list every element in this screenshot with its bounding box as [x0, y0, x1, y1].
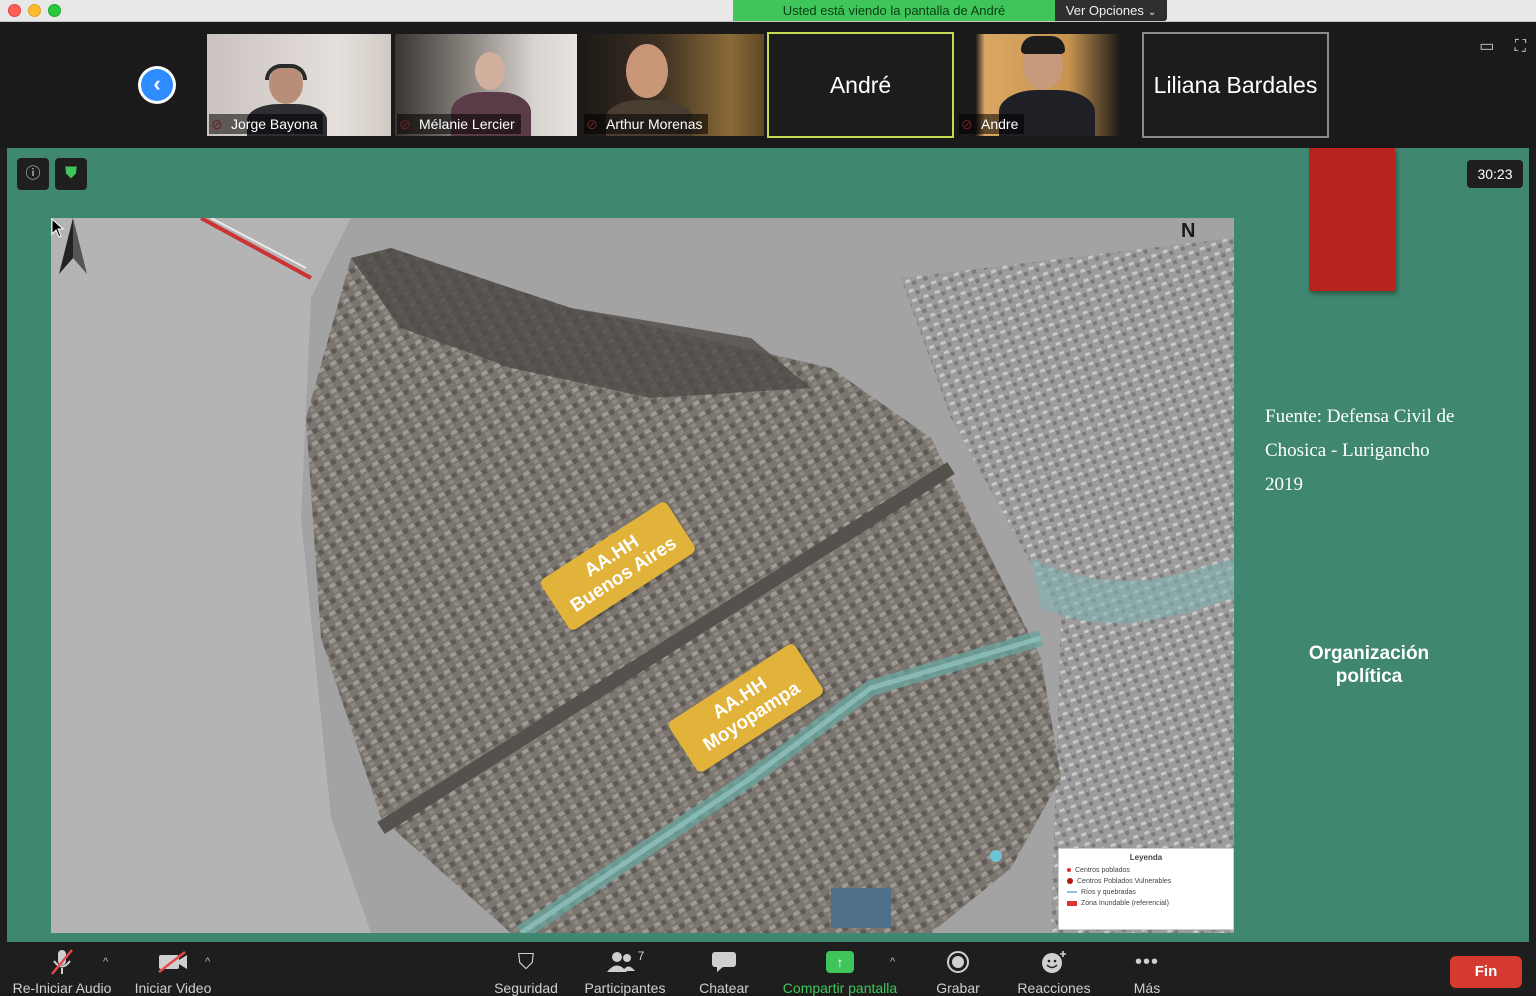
participant-name: Arthur Morenas	[584, 114, 709, 134]
view-options-button[interactable]: Ver Opciones ⌄	[1055, 0, 1167, 21]
minimize-window-button[interactable]	[28, 4, 41, 17]
participant-name: Jorge Bayona	[209, 114, 324, 134]
muted-microphone-icon	[10, 942, 114, 982]
encryption-shield-icon[interactable]: ⛊	[55, 158, 87, 190]
more-dots-icon: •••	[1134, 950, 1159, 973]
share-options-caret-icon[interactable]: ^	[890, 956, 895, 968]
map-legend: Leyenda Centros poblados Centros Poblado…	[1058, 848, 1234, 930]
layout-toggle-icon[interactable]: ▭	[1479, 38, 1494, 55]
video-tile-melanie-lercier[interactable]: ⊘ Mélanie Lercier	[393, 32, 579, 138]
video-tile-andre[interactable]: ⊘ Andre	[955, 32, 1141, 138]
participant-name: Andre	[959, 114, 1025, 134]
window-titlebar: Usted está viendo la pantalla de André V…	[0, 0, 1536, 22]
video-tile-arthur-morenas[interactable]: ⊘ Arthur Morenas	[580, 32, 766, 138]
view-options-label: Ver Opciones	[1065, 3, 1144, 18]
share-screen-icon: ↑	[778, 942, 902, 982]
legend-swatch	[1067, 868, 1071, 873]
legend-label: Ríos y quebradas	[1081, 889, 1136, 896]
chevron-left-icon: ‹	[141, 69, 173, 101]
close-window-button[interactable]	[8, 4, 21, 17]
source-line: Fuente: Defensa Civil de	[1265, 406, 1455, 427]
more-button[interactable]: ••• Más	[1122, 942, 1172, 996]
source-line: Chosica - Lurigancho	[1265, 440, 1430, 461]
video-tile-andre-active-speaker[interactable]: André	[767, 32, 954, 138]
chat-bubble-icon	[690, 942, 758, 982]
meeting-timer: 30:23	[1467, 160, 1523, 188]
legend-label: Centros Poblados Vulnerables	[1077, 878, 1172, 885]
share-screen-button[interactable]: ↑ Compartir pantalla	[778, 942, 902, 996]
video-options-caret-icon[interactable]: ^	[205, 956, 210, 968]
zoom-window-button[interactable]	[48, 4, 61, 17]
participants-icon: 7	[580, 942, 670, 982]
legend-title: Leyenda	[1129, 853, 1163, 862]
legend-item: Zona Inundable (referencial)	[1067, 898, 1225, 909]
view-controls: ▭ ⛶	[1463, 36, 1526, 56]
participant-name: André	[829, 72, 892, 98]
video-tile-liliana-bardales[interactable]: Liliana Bardales	[1142, 32, 1329, 138]
rejoin-audio-button[interactable]: Re-Iniciar Audio	[10, 942, 114, 996]
legend-label: Zona Inundable (referencial)	[1081, 900, 1169, 907]
record-button[interactable]: Grabar	[928, 942, 988, 996]
reactions-button[interactable]: Reacciones	[1012, 942, 1096, 996]
video-tile-jorge-bayona[interactable]: ⊘ Jorge Bayona	[205, 32, 393, 138]
slide-red-accent	[1309, 148, 1395, 291]
chat-button[interactable]: Chatear	[690, 942, 758, 996]
info-icon[interactable]: ⓘ	[17, 158, 49, 190]
previous-page-button[interactable]: ‹	[138, 66, 176, 104]
participants-button[interactable]: 7 Participantes	[580, 942, 670, 996]
legend-item: Centros Poblados Vulnerables	[1067, 876, 1225, 887]
slide-section-title: Organización política	[1308, 643, 1430, 687]
participant-strip: ‹ ⊘ Jorge Bayona ⊘ Mélanie Lercier ⊘ Art…	[0, 22, 1536, 148]
legend-item: Centros poblados	[1067, 865, 1225, 876]
record-icon	[928, 942, 988, 982]
fullscreen-icon[interactable]: ⛶	[1515, 38, 1526, 55]
participant-name: Mélanie Lercier	[397, 114, 521, 134]
source-line: 2019	[1265, 474, 1303, 495]
slide-source-text: Fuente: Defensa Civil de Chosica - Lurig…	[1265, 400, 1505, 502]
north-label: N	[1181, 220, 1196, 242]
meeting-toolbar: Re-Iniciar Audio ^ Iniciar Video ^ ⛉ Seg…	[0, 942, 1536, 996]
mouse-cursor-icon	[51, 218, 65, 238]
legend-swatch	[1067, 891, 1077, 894]
legend-swatch	[1067, 900, 1077, 906]
shared-screen: ⓘ ⛊ 30:23 N AA.HH Buenos Aires AA.HH Moy…	[0, 148, 1536, 942]
aerial-map-image: N AA.HH Buenos Aires AA.HH Moyopampa Ley…	[51, 218, 1234, 933]
legend-item: Ríos y quebradas	[1067, 887, 1225, 898]
legend-label: Centros poblados	[1075, 867, 1130, 874]
end-meeting-button[interactable]: Fin	[1450, 956, 1522, 988]
participants-count: 7	[637, 949, 645, 963]
smiley-plus-icon	[1012, 942, 1096, 982]
shield-icon: ⛉	[517, 949, 535, 974]
chevron-down-icon: ⌄	[1147, 7, 1157, 18]
legend-swatch	[1067, 878, 1073, 885]
screen-sharing-banner: Usted está viendo la pantalla de André	[733, 0, 1055, 21]
participant-name: Liliana Bardales	[1153, 72, 1318, 98]
security-button[interactable]: ⛉ Seguridad	[486, 942, 566, 996]
audio-options-caret-icon[interactable]: ^	[103, 956, 108, 968]
